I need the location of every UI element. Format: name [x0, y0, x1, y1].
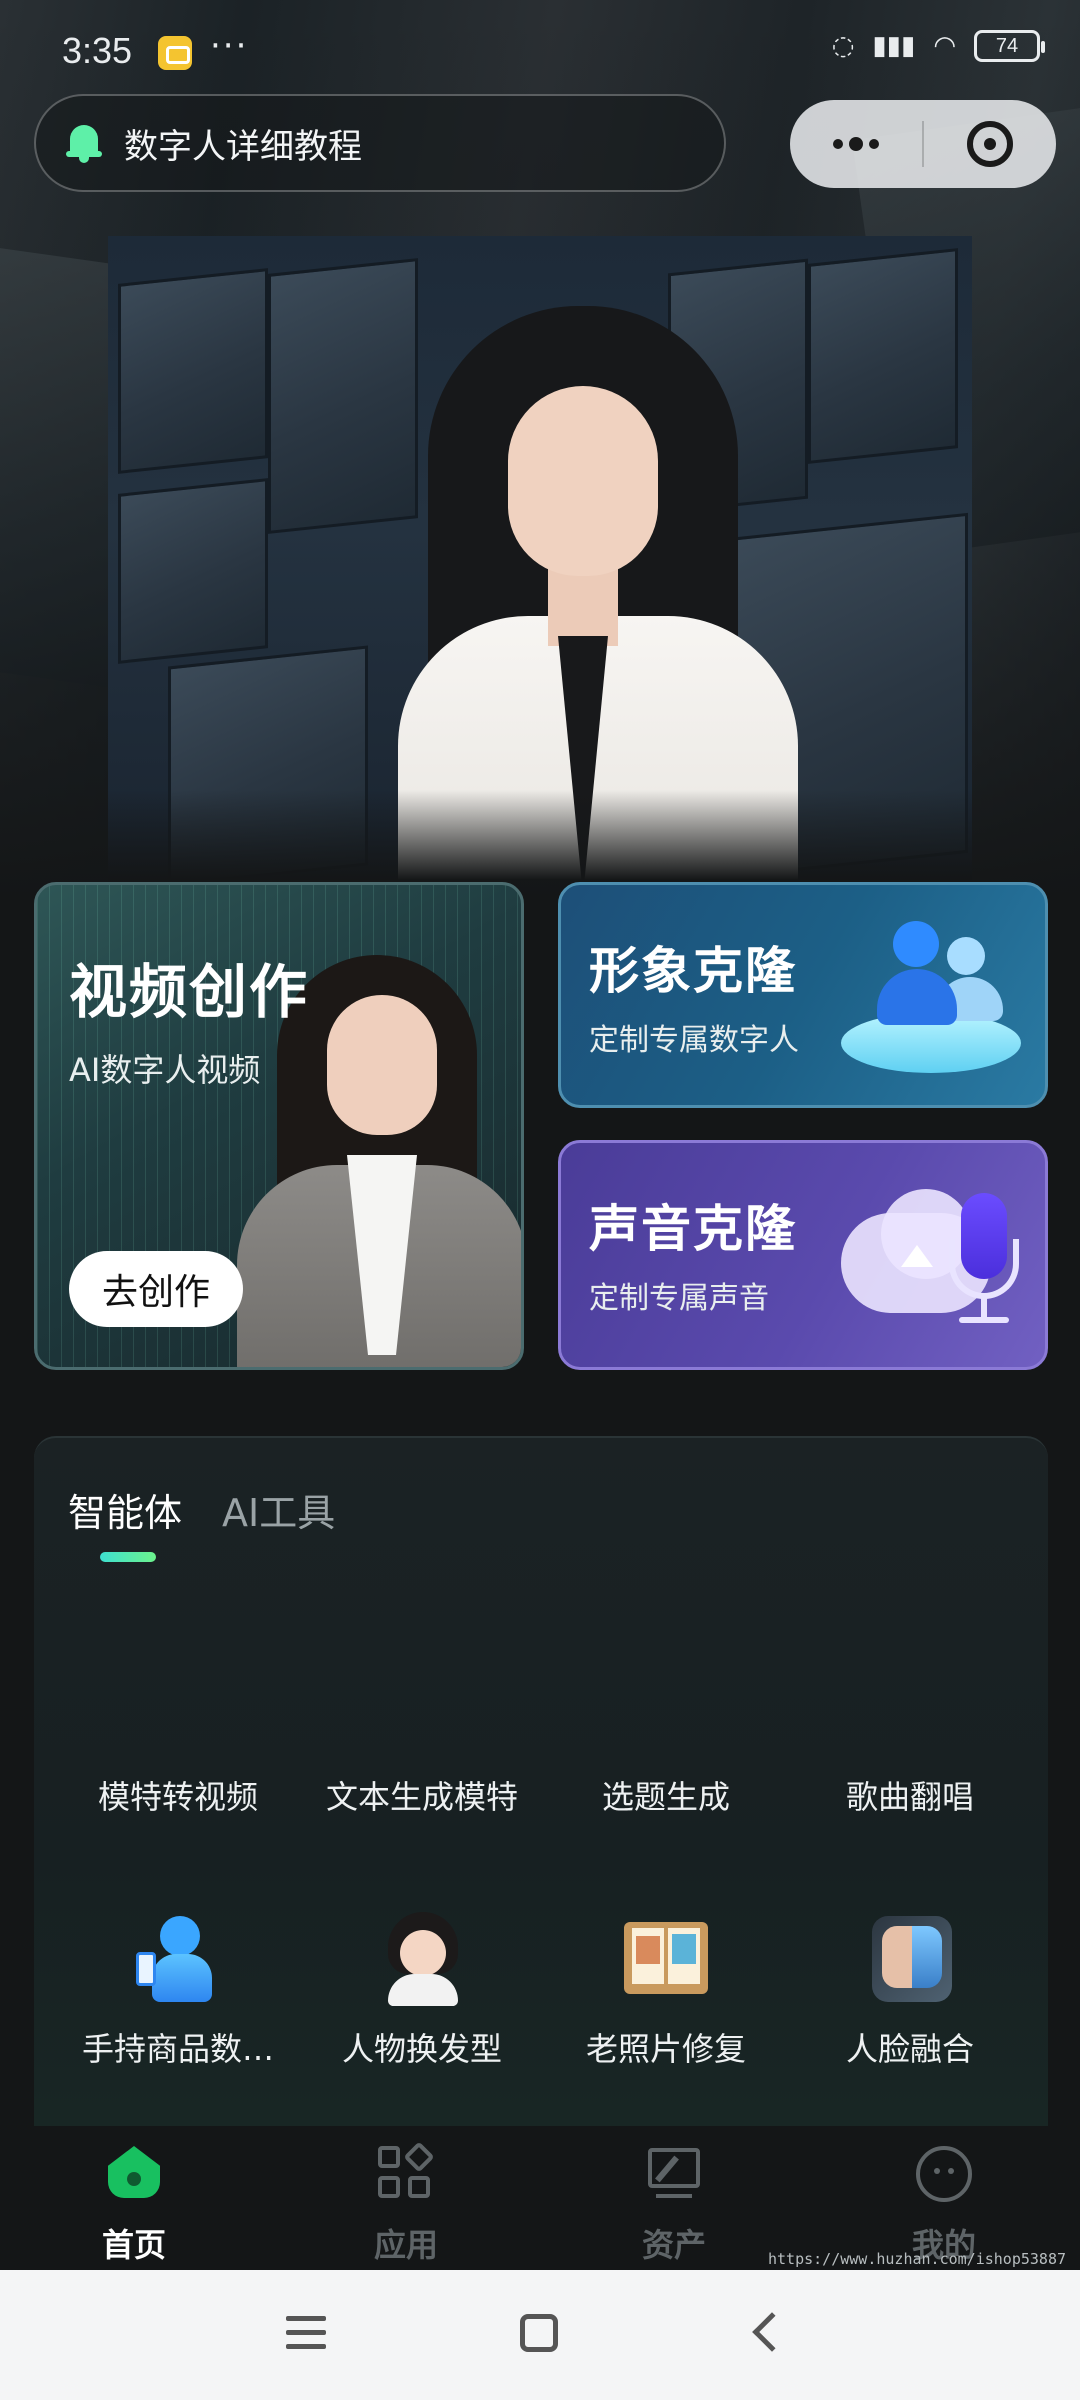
recent-apps-button[interactable] — [286, 2316, 326, 2350]
watermark-text: https://www.huzhan.com/ishop53887 — [767, 2250, 1066, 2268]
tool-song-cover[interactable]: 歌曲翻唱 — [790, 1772, 1030, 1818]
nav-home-label: 首页 — [101, 2226, 166, 2264]
avatar-clone-subtitle: 定制专属数字人 — [589, 1023, 799, 1058]
tool-model-to-video[interactable]: 模特转视频 — [58, 1772, 298, 1818]
nav-assets[interactable]: 资产 — [584, 2138, 764, 2268]
tool-hairstyle-change[interactable]: 人物换发型 — [302, 2024, 542, 2070]
video-creation-card[interactable]: 视频创作 AI数字人视频 去创作 — [34, 882, 524, 1370]
tool-face-fusion[interactable]: 人脸融合 — [790, 2024, 1030, 2070]
wifi-icon: ◠ — [933, 31, 956, 61]
tools-panel: 智能体 AI工具 模特转视频 文本生成模特 选题生成 歌曲翻唱 手持商品数… 人… — [34, 1436, 1048, 2126]
more-options-button[interactable] — [790, 100, 922, 188]
banner-photo-tile — [808, 248, 958, 464]
nav-assets-label: 资产 — [641, 2226, 706, 2264]
system-navigation-bar — [0, 2270, 1080, 2400]
home-button[interactable] — [520, 2314, 558, 2352]
notice-text: 数字人详细教程 — [124, 126, 362, 167]
nav-apps[interactable]: 应用 — [316, 2138, 496, 2268]
video-creation-title: 视频创作 — [69, 958, 310, 1026]
banner-photo-tile — [268, 258, 418, 534]
home-icon — [106, 2146, 162, 2202]
signal-icon: ▮▮▮ — [872, 31, 916, 61]
people-clone-icon — [831, 913, 1031, 1083]
nav-apps-label: 应用 — [373, 2226, 438, 2264]
nav-home[interactable]: 首页 — [44, 2138, 224, 2268]
nav-profile[interactable]: 我的 — [854, 2138, 1034, 2268]
tool-old-photo-restore[interactable]: 老照片修复 — [546, 2024, 786, 2070]
voice-clone-card[interactable]: 声音克隆 定制专属声音 — [558, 1140, 1048, 1370]
mini-program-capsule — [790, 100, 1056, 188]
cloud-microphone-icon — [841, 1183, 1031, 1343]
video-creation-subtitle: AI数字人视频 — [69, 1051, 261, 1089]
tab-ai-tools[interactable]: AI工具 — [222, 1482, 335, 1537]
more-notifications-icon: ··· — [210, 26, 249, 66]
go-create-button[interactable]: 去创作 — [69, 1251, 243, 1327]
status-bar: 3:35 ··· ◌ ▮▮▮ ◠ 74 — [0, 0, 1080, 100]
apps-icon — [378, 2141, 435, 2202]
mute-icon: ◌ — [831, 31, 855, 61]
banner-photo-tile — [118, 478, 268, 664]
avatar-clone-title: 形象克隆 — [589, 942, 797, 1000]
status-icons: ◌ ▮▮▮ ◠ 74 — [831, 30, 1045, 62]
close-mini-program-button[interactable] — [924, 100, 1056, 188]
hero-banner[interactable] — [108, 236, 972, 880]
bell-icon — [66, 123, 102, 163]
bottom-navigation: 首页 应用 资产 我的 — [0, 2126, 1080, 2270]
back-button[interactable] — [752, 2312, 792, 2352]
profile-icon — [916, 2146, 972, 2202]
asset-icon — [646, 2146, 702, 2202]
status-time: 3:35 — [62, 30, 133, 71]
tool-topic-generation[interactable]: 选题生成 — [546, 1772, 786, 1818]
banner-photo-tile — [118, 268, 268, 474]
girl-hairstyle-icon[interactable] — [374, 1912, 470, 2008]
voice-clone-subtitle: 定制专属声音 — [589, 1281, 769, 1316]
tool-text-to-model[interactable]: 文本生成模特 — [302, 1772, 542, 1818]
photo-album-icon[interactable] — [618, 1912, 714, 2008]
active-tab-indicator — [100, 1552, 156, 1562]
robot-holding-phone-icon[interactable] — [130, 1912, 226, 2008]
target-icon — [967, 121, 1013, 167]
voice-clone-title: 声音克隆 — [589, 1200, 797, 1258]
battery-icon: 74 — [974, 30, 1045, 62]
tutorial-notice-bar[interactable]: 数字人详细教程 — [34, 94, 726, 192]
notification-app-icon — [158, 36, 192, 70]
avatar-clone-card[interactable]: 形象克隆 定制专属数字人 — [558, 882, 1048, 1108]
face-fusion-icon[interactable] — [862, 1912, 958, 2008]
tab-agents[interactable]: 智能体 — [68, 1482, 182, 1537]
tool-handheld-product[interactable]: 手持商品数… — [58, 2024, 298, 2070]
